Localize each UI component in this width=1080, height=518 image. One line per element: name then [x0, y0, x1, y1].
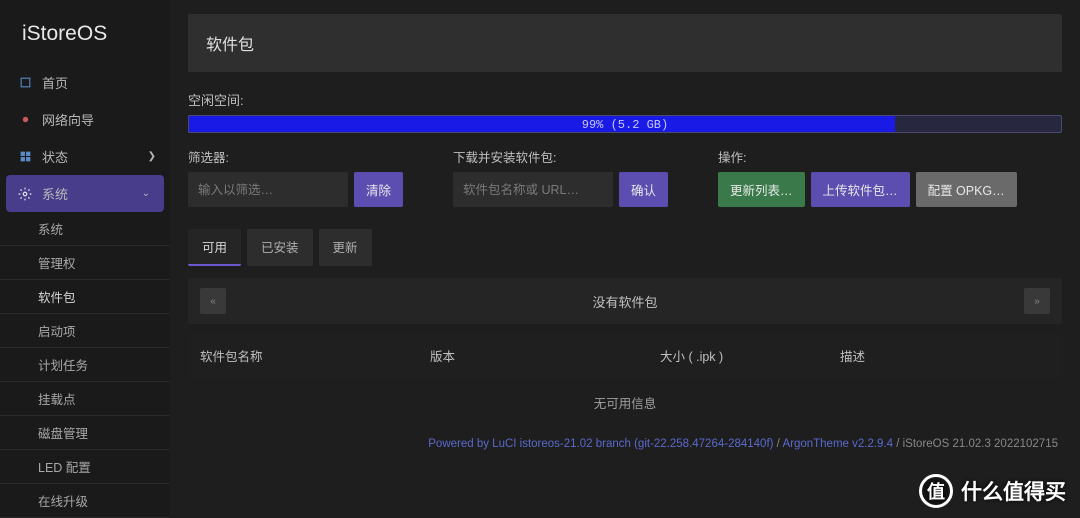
gear-icon [18, 187, 32, 201]
footer: Powered by LuCI istoreos-21.02 branch (g… [188, 426, 1062, 450]
subnav-startup[interactable]: 启动项 [0, 314, 170, 348]
col-desc: 描述 [840, 346, 1050, 365]
progress-text: 99% (5.2 GB) [189, 116, 1061, 134]
col-version: 版本 [430, 346, 660, 365]
brand-title: iStoreOS [0, 0, 170, 64]
pager-prev-button[interactable]: « [200, 288, 226, 314]
config-opkg-button[interactable]: 配置 OPKG… [916, 172, 1017, 207]
chevron-down-icon: ⌄ [142, 188, 150, 199]
footer-version: iStoreOS 21.02.3 2022102715 [903, 438, 1058, 450]
footer-sep2: / [893, 438, 903, 450]
ok-button[interactable]: 确认 [619, 172, 668, 207]
grid-icon [18, 150, 32, 164]
download-label: 下载并安装软件包: [453, 147, 668, 166]
footer-luci-link[interactable]: Powered by LuCI istoreos-21.02 branch (g… [428, 438, 773, 450]
upload-pkg-button[interactable]: 上传软件包… [811, 172, 910, 207]
nav-wizard[interactable]: 网络向导 [0, 101, 170, 138]
table-header: 软件包名称 版本 大小 ( .ipk ) 描述 [188, 332, 1062, 379]
nav-home-label: 首页 [42, 73, 68, 92]
filter-input[interactable] [188, 172, 348, 207]
filter-label: 筛选器: [188, 147, 403, 166]
subnav-led[interactable]: LED 配置 [0, 450, 170, 484]
watermark-badge-icon: 值 [919, 474, 953, 508]
update-lists-button[interactable]: 更新列表… [718, 172, 805, 207]
nav-home[interactable]: 首页 [0, 64, 170, 101]
subnav-software[interactable]: 软件包 [0, 280, 170, 314]
subnav-upgrade[interactable]: 在线升级 [0, 484, 170, 518]
pager-next-button[interactable]: » [1024, 288, 1050, 314]
table-empty: 无可用信息 [188, 379, 1062, 426]
page-title: 软件包 [188, 14, 1062, 72]
watermark-text: 什么值得买 [961, 476, 1066, 506]
tab-updates[interactable]: 更新 [319, 229, 372, 266]
home-icon [18, 76, 32, 90]
system-submenu: 系统 管理权 软件包 启动项 计划任务 挂载点 磁盘管理 LED 配置 在线升级… [0, 212, 170, 518]
col-name: 软件包名称 [200, 346, 430, 365]
free-space-label: 空闲空间: [188, 90, 1062, 109]
sidebar: iStoreOS 首页 网络向导 状态 ❯ 系统 ⌄ 系统 管理权 软件包 启动… [0, 0, 170, 518]
package-tabs: 可用 已安装 更新 [188, 229, 1062, 266]
pager-row: « 没有软件包 » [188, 278, 1062, 324]
col-size: 大小 ( .ipk ) [660, 346, 840, 365]
nav-status-label: 状态 [42, 147, 68, 166]
subnav-disk[interactable]: 磁盘管理 [0, 416, 170, 450]
main-content: 软件包 空闲空间: 99% (5.2 GB) 筛选器: 清除 下载并安装软件包:… [170, 0, 1080, 518]
subnav-mounts[interactable]: 挂载点 [0, 382, 170, 416]
actions-label: 操作: [718, 147, 1017, 166]
watermark: 值 什么值得买 [919, 474, 1066, 508]
pager-message: 没有软件包 [226, 292, 1024, 311]
free-space-bar: 99% (5.2 GB) [188, 115, 1062, 133]
wizard-icon [18, 113, 32, 127]
subnav-admin[interactable]: 管理权 [0, 246, 170, 280]
download-input[interactable] [453, 172, 613, 207]
nav-system[interactable]: 系统 ⌄ [6, 175, 164, 212]
nav-system-label: 系统 [42, 184, 68, 203]
footer-theme-link[interactable]: ArgonTheme v2.2.9.4 [782, 438, 893, 450]
subnav-system[interactable]: 系统 [0, 212, 170, 246]
subnav-cron[interactable]: 计划任务 [0, 348, 170, 382]
nav-status[interactable]: 状态 ❯ [0, 138, 170, 175]
tab-available[interactable]: 可用 [188, 229, 241, 266]
nav-wizard-label: 网络向导 [42, 110, 94, 129]
clear-button[interactable]: 清除 [354, 172, 403, 207]
tab-installed[interactable]: 已安装 [247, 229, 313, 266]
chevron-right-icon: ❯ [148, 151, 156, 162]
